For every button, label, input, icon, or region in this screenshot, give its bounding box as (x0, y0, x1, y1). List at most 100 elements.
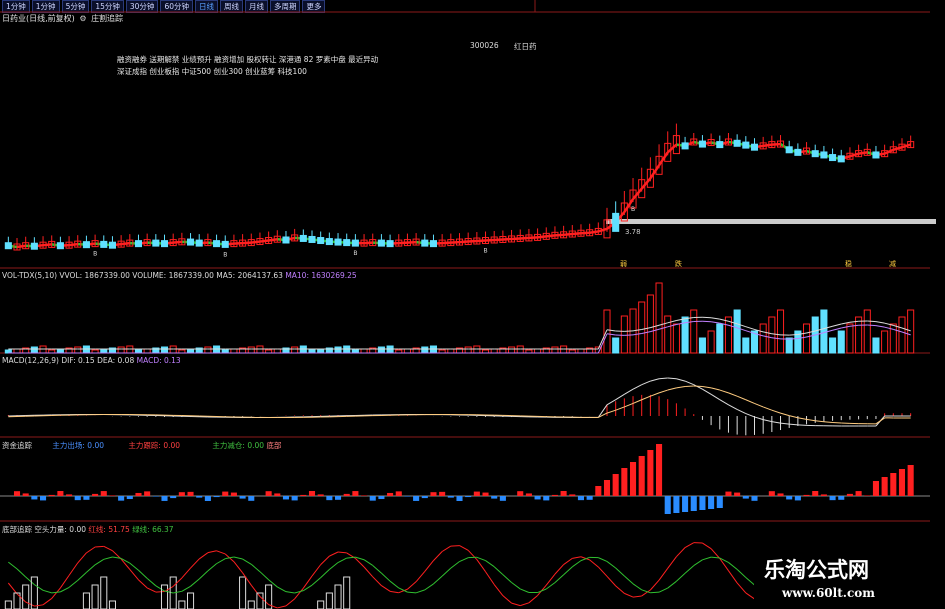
osc-red-segment (684, 542, 695, 548)
candle-body (612, 212, 620, 232)
ma-trend-segment (858, 151, 868, 155)
event-label: 弱 (620, 260, 627, 268)
osc-green-segment (520, 588, 530, 593)
volume-ma5-segment (606, 329, 616, 332)
osc-red-segment (268, 604, 278, 609)
osc-hollow-bar (187, 592, 195, 609)
fund-bar (656, 444, 663, 496)
volume-bar (334, 346, 342, 354)
ma-trend-segment (666, 143, 678, 154)
macd-dif-segment (719, 399, 729, 406)
fund-bar (629, 462, 637, 496)
candle-body (325, 238, 333, 246)
volume-ma5-segment (849, 320, 859, 323)
ma-trend-segment (572, 232, 582, 236)
osc-green: 绿线: 66.37 (132, 525, 174, 534)
fund-bar (369, 496, 376, 501)
fund-bar (725, 491, 732, 496)
osc-red-segment (172, 577, 183, 587)
fund-bar (387, 492, 394, 496)
event-label: 跌 (675, 259, 682, 268)
osc-red-segment (658, 568, 669, 581)
osc-red-segment (207, 550, 217, 554)
volume-ma5-segment (702, 316, 712, 319)
fund-bar (864, 495, 871, 496)
macd-dif-segment (771, 421, 781, 424)
volume-bar (612, 337, 620, 354)
osc-hollow-bar (317, 600, 325, 609)
volume-bar (230, 348, 238, 354)
candle-body (282, 236, 290, 244)
macd-dea-segment (780, 412, 790, 417)
osc-green-segment (320, 569, 330, 578)
volume-bar (855, 316, 863, 354)
ma-trend-segment (16, 244, 26, 249)
osc-red-segment (242, 572, 252, 586)
osc-power: 空头力量: 0.00 (34, 525, 87, 534)
volume-bar (577, 348, 585, 354)
fund-bar (664, 496, 671, 514)
macd-dea-segment (632, 399, 642, 404)
fund-bar (447, 496, 454, 498)
ma-trend-segment (268, 237, 278, 242)
macd-dif-segment (667, 377, 677, 380)
osc-green-segment (311, 577, 322, 586)
osc-hollow-bar (22, 584, 30, 609)
fund-bar (768, 491, 775, 496)
osc-green-segment (60, 586, 70, 593)
macd-dea-segment (728, 392, 738, 397)
osc-green-segment (77, 571, 87, 581)
ma-trend-segment (450, 240, 460, 244)
candle-body (152, 239, 160, 247)
price-level-label: 3.78 (625, 228, 641, 236)
volume-bar (317, 348, 325, 354)
fund-bar (491, 496, 498, 499)
volume-bar (360, 348, 368, 354)
fund-bar (317, 494, 324, 496)
fund-bar (265, 491, 272, 496)
volume-bar (837, 330, 845, 354)
ma-trend-segment (485, 238, 495, 242)
volume-panel-labels: VOL-TDX(5,10) VVOL: 1867339.00 VOLUME: 1… (2, 271, 357, 280)
osc-green-segment (155, 585, 165, 592)
volume-bar (907, 309, 915, 354)
volume-bar (74, 346, 82, 354)
volume-ma10-segment (875, 325, 885, 328)
osc-green-segment (164, 590, 174, 594)
volume-bar (620, 315, 628, 354)
volume-bar (490, 348, 498, 354)
fund-bar (517, 491, 524, 496)
volume-ma5-segment (719, 318, 729, 322)
fund-bar (144, 491, 151, 496)
ma-trend-segment (42, 243, 52, 247)
osc-green-segment (86, 564, 96, 573)
macd-dea-segment (797, 417, 807, 420)
fund-bar (222, 491, 229, 496)
fund-bar (404, 496, 411, 497)
volume-ma5-segment (763, 331, 772, 335)
macd-dea-segment (624, 402, 634, 408)
macd-dif-segment (615, 393, 625, 401)
osc-green-segment (650, 591, 660, 594)
osc-red-segment (390, 590, 399, 594)
fund-bar (638, 456, 645, 496)
fund-bar (734, 492, 741, 496)
osc-green-segment (415, 589, 425, 594)
fund-bar (413, 496, 420, 501)
osc-red-segment (285, 598, 295, 607)
osc-red-segment (736, 582, 747, 594)
fund-bar (83, 496, 90, 500)
osc-red-segment (86, 546, 96, 554)
candle-body (100, 240, 108, 248)
fund-bar (118, 496, 125, 501)
volume-ma5-segment (641, 327, 651, 331)
fund-bar (569, 494, 576, 496)
osc-green-segment (51, 591, 61, 594)
volume-ma10-segment (867, 324, 876, 327)
volume-bar (846, 323, 854, 354)
candle-body (794, 148, 802, 156)
fund-bar (898, 469, 906, 496)
volume-bar (672, 323, 680, 354)
volume-bar (603, 309, 611, 354)
candle-body (421, 239, 429, 247)
